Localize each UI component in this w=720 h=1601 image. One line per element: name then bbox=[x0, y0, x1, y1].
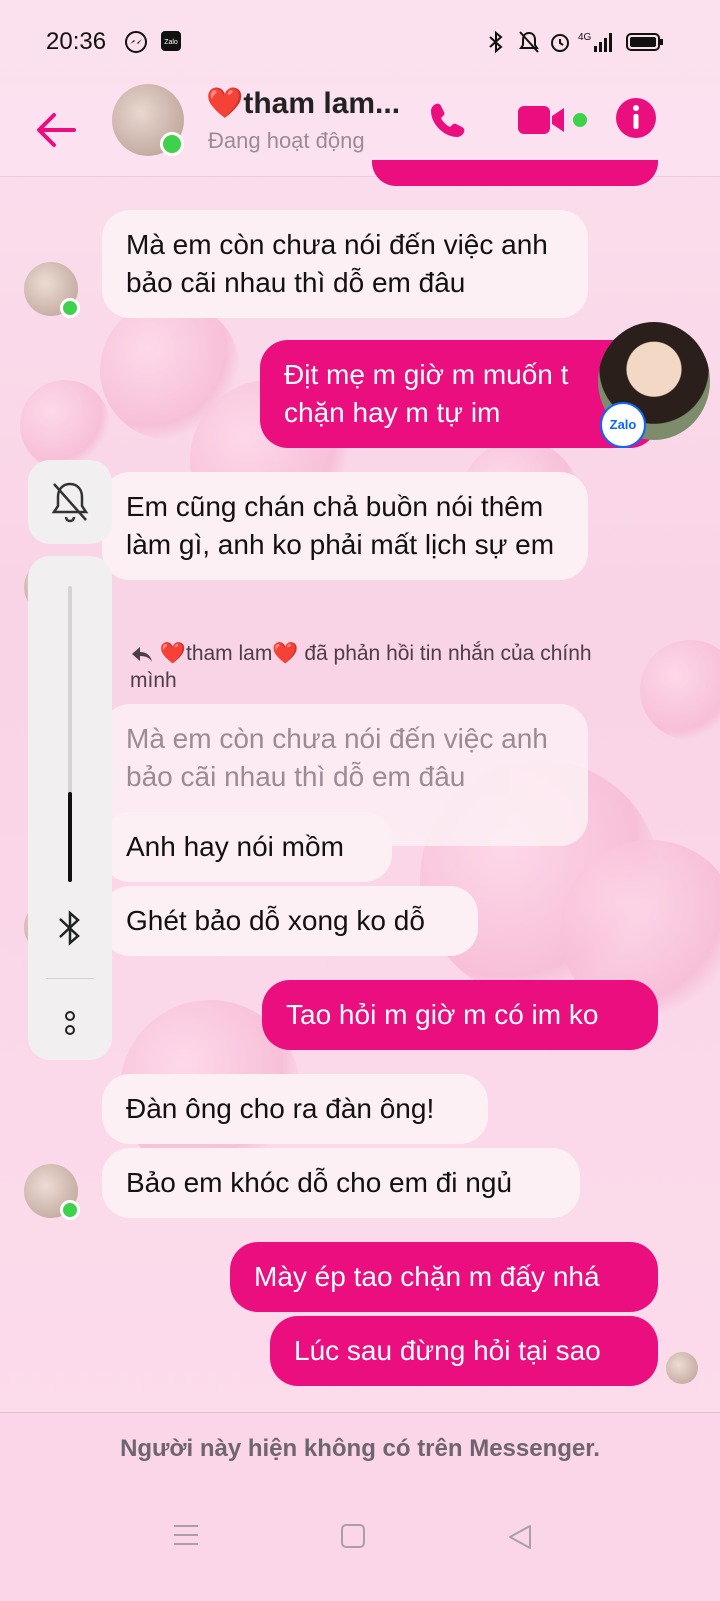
reply-arrow-icon bbox=[130, 642, 160, 665]
video-call-button[interactable] bbox=[516, 102, 588, 143]
online-indicator bbox=[60, 1200, 80, 1220]
zalo-badge: Zalo bbox=[600, 402, 646, 448]
footer-bar: Người này hiện không có trên Messenger. bbox=[0, 1412, 720, 1601]
bluetooth-output-icon bbox=[54, 906, 86, 955]
message-incoming[interactable]: Bảo em khóc dỗ cho em đi ngủ bbox=[102, 1148, 580, 1218]
nav-back-button[interactable] bbox=[506, 1523, 534, 1556]
battery-icon bbox=[626, 30, 664, 60]
reply-note-text: ❤️tham lam❤️ đã phản hồi tin nhắn của ch… bbox=[130, 642, 592, 692]
contact-status: Đang hoạt động bbox=[208, 128, 365, 153]
message-outgoing[interactable]: Mày ép tao chặn m đấy nhá bbox=[230, 1242, 658, 1312]
info-icon bbox=[616, 98, 656, 138]
volume-slider-fill bbox=[68, 792, 72, 882]
bluetooth-icon bbox=[486, 30, 506, 60]
bell-off-icon bbox=[51, 482, 89, 523]
message-incoming[interactable]: Em cũng chán chả buồn nói thêm làm gì, a… bbox=[102, 472, 588, 580]
back-button[interactable] bbox=[34, 110, 78, 150]
volume-slider[interactable] bbox=[68, 586, 72, 882]
message-outgoing[interactable]: Tao hỏi m giờ m có im ko bbox=[262, 980, 658, 1050]
status-time: 20:36 bbox=[46, 28, 107, 55]
unavailable-note: Người này hiện không có trên Messenger. bbox=[120, 1435, 600, 1462]
svg-text:Zalo: Zalo bbox=[164, 39, 178, 46]
seen-avatar bbox=[666, 1352, 698, 1384]
message-outgoing[interactable]: Lúc sau đừng hỏi tại sao bbox=[270, 1316, 658, 1386]
mute-icon bbox=[518, 30, 540, 60]
nav-home-button[interactable] bbox=[340, 1523, 366, 1554]
message-bubble-partial bbox=[372, 160, 658, 186]
info-button[interactable] bbox=[614, 96, 658, 145]
signal-4g-icon: 4G bbox=[578, 30, 618, 60]
message-incoming[interactable]: Ghét bảo dỗ xong ko dỗ bbox=[102, 886, 478, 956]
arrow-left-icon bbox=[37, 113, 76, 147]
message-outgoing[interactable]: Địt mẹ m giờ m muốn t chặn hay m tự im bbox=[260, 340, 658, 448]
video-camera-icon bbox=[518, 106, 587, 134]
online-indicator bbox=[60, 298, 80, 318]
nav-menu-button[interactable] bbox=[172, 1523, 200, 1552]
network-label: 4G bbox=[578, 32, 592, 43]
phone-icon bbox=[431, 103, 465, 137]
message-incoming[interactable]: Mà em còn chưa nói đến việc anh bảo cãi … bbox=[102, 210, 588, 318]
zalo-icon: Zalo bbox=[160, 30, 182, 58]
panel-divider bbox=[46, 978, 94, 979]
menu-icon bbox=[174, 1525, 198, 1545]
status-bar: 20:36 Zalo 4G bbox=[0, 0, 720, 84]
background-heart bbox=[640, 640, 720, 740]
square-icon bbox=[341, 1524, 365, 1548]
background-heart bbox=[20, 380, 110, 470]
contact-name[interactable]: ❤️tham lam... bbox=[206, 86, 400, 121]
mute-toggle-button[interactable] bbox=[28, 460, 112, 544]
message-incoming[interactable]: Anh hay nói mồm bbox=[102, 812, 392, 882]
voice-call-button[interactable] bbox=[426, 98, 470, 147]
more-options-button[interactable] bbox=[58, 1008, 82, 1045]
volume-panel bbox=[28, 556, 112, 1060]
more-vertical-icon bbox=[65, 1011, 75, 1035]
triangle-back-icon bbox=[509, 1525, 531, 1549]
message-incoming[interactable]: Đàn ông cho ra đàn ông! bbox=[102, 1074, 488, 1144]
online-indicator bbox=[160, 132, 184, 156]
alarm-icon bbox=[548, 30, 572, 60]
messenger-icon bbox=[124, 30, 148, 60]
reply-note: ❤️tham lam❤️ đã phản hồi tin nhắn của ch… bbox=[130, 640, 610, 694]
